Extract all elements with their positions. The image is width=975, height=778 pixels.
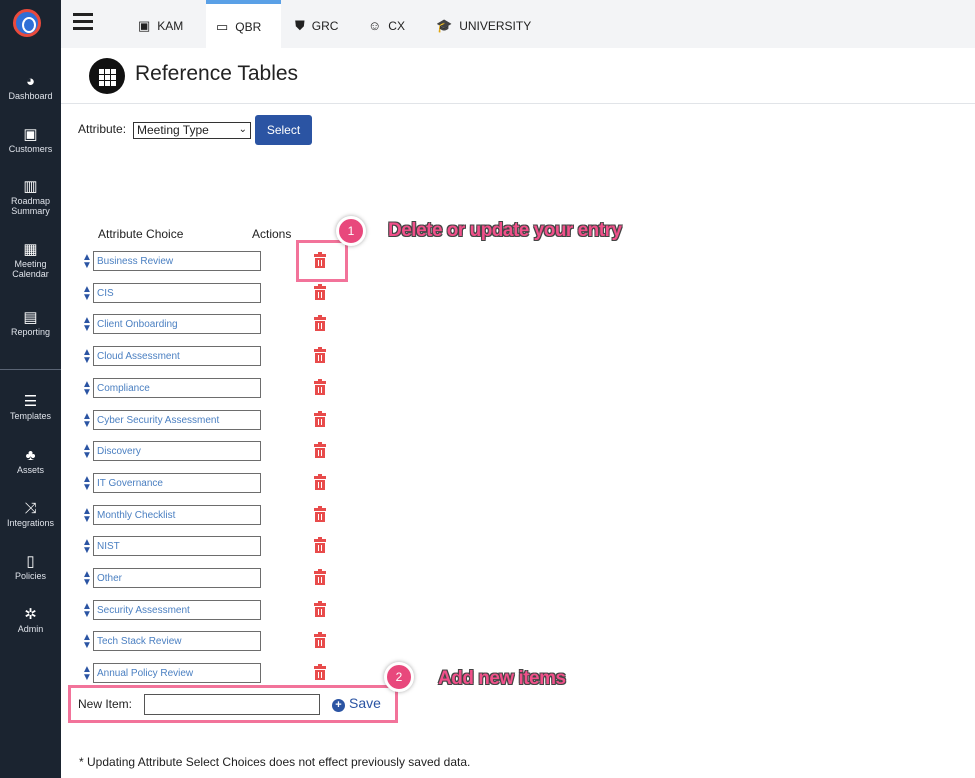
trash-icon[interactable] [314, 411, 326, 427]
trash-icon[interactable] [314, 474, 326, 490]
annotation-highlight-new-item [68, 685, 398, 723]
sort-handle-icon[interactable]: ▲ ▼ [82, 348, 92, 366]
smile-icon: ☺ [368, 18, 382, 33]
sidebar-item-customers[interactable]: ▣ Customers [0, 126, 61, 154]
map-icon: ▥ [23, 178, 38, 195]
sidebar-item-dashboard[interactable]: ◕ Dashboard [0, 73, 61, 101]
report-icon: ▤ [23, 309, 38, 326]
graduation-cap-icon: 🎓 [436, 18, 453, 33]
file-icon: ▯ [26, 553, 35, 570]
tab-cx[interactable]: ☺ CX [368, 0, 405, 48]
server-icon: ☰ [23, 393, 38, 410]
tab-kam[interactable]: ▣ KAM [138, 0, 183, 48]
attribute-choice-input[interactable]: Compliance [93, 378, 261, 398]
attribute-choice-input[interactable]: Discovery [93, 441, 261, 461]
trash-icon[interactable] [314, 601, 326, 617]
hamburger-menu-icon[interactable] [73, 13, 93, 30]
sidebar-item-assets[interactable]: ♣ Assets [0, 447, 61, 475]
trash-icon[interactable] [314, 347, 326, 363]
annotation-text-1: Delete or update your entry [388, 220, 622, 241]
sidebar-item-policies[interactable]: ▯ Policies [0, 553, 61, 581]
top-nav-bar: ▣ KAM ▭ QBR ⛊ GRC ☺ CX 🎓 UNIVERSITY [61, 0, 975, 48]
trash-icon[interactable] [314, 664, 326, 680]
sidebar: ◕ Dashboard ▣ Customers ▥ Roadmap Summar… [0, 0, 61, 778]
app-logo[interactable] [13, 9, 41, 37]
cubes-icon: ♣ [25, 447, 36, 464]
trash-icon[interactable] [314, 506, 326, 522]
calendar-icon: ▦ [23, 241, 38, 258]
sort-handle-icon[interactable]: ▲ ▼ [82, 285, 92, 303]
attribute-choice-input[interactable]: Tech Stack Review [93, 631, 261, 651]
trash-icon[interactable] [314, 284, 326, 300]
shield-icon: ⛊ [295, 18, 305, 33]
sidebar-item-admin[interactable]: ✲ Admin [0, 606, 61, 634]
footnote: * Updating Attribute Select Choices does… [79, 755, 471, 769]
annotation-highlight-delete [296, 240, 348, 282]
sidebar-item-reporting[interactable]: ▤ Reporting [0, 309, 61, 337]
id-card-icon: ▣ [138, 18, 151, 33]
trash-icon[interactable] [314, 632, 326, 648]
trash-icon[interactable] [314, 442, 326, 458]
sort-handle-icon[interactable]: ▲ ▼ [82, 665, 92, 683]
trash-icon[interactable] [314, 537, 326, 553]
attribute-choice-input[interactable]: Cloud Assessment [93, 346, 261, 366]
attribute-choice-input[interactable]: Monthly Checklist [93, 505, 261, 525]
column-header-actions: Actions [252, 227, 292, 241]
grid-icon [89, 58, 125, 94]
attribute-choice-input[interactable]: CIS [93, 283, 261, 303]
attribute-select[interactable]: Meeting Type ⌄ [133, 122, 251, 139]
sort-handle-icon[interactable]: ▲ ▼ [82, 443, 92, 461]
sort-handle-icon[interactable]: ▲ ▼ [82, 475, 92, 493]
attribute-choice-input[interactable]: Other [93, 568, 261, 588]
attribute-choice-input[interactable]: NIST [93, 536, 261, 556]
tab-university[interactable]: 🎓 UNIVERSITY [436, 0, 531, 48]
id-card-icon: ▣ [23, 126, 38, 143]
attribute-choice-input[interactable]: Security Assessment [93, 600, 261, 620]
sidebar-item-meeting-calendar[interactable]: ▦ Meeting Calendar [0, 241, 61, 279]
sort-handle-icon[interactable]: ▲ ▼ [82, 316, 92, 334]
trash-icon[interactable] [314, 315, 326, 331]
chevron-down-icon: ⌄ [238, 124, 247, 135]
sort-handle-icon[interactable]: ▲ ▼ [82, 412, 92, 430]
palette-icon: ◕ [25, 73, 36, 90]
attribute-choice-input[interactable]: IT Governance [93, 473, 261, 493]
sidebar-divider [0, 369, 61, 370]
attribute-choice-input[interactable]: Client Onboarding [93, 314, 261, 334]
attribute-choice-input[interactable]: Cyber Security Assessment [93, 410, 261, 430]
sort-handle-icon[interactable]: ▲ ▼ [82, 507, 92, 525]
attribute-choice-input[interactable]: Business Review [93, 251, 261, 271]
sort-handle-icon[interactable]: ▲ ▼ [82, 380, 92, 398]
sort-handle-icon[interactable]: ▲ ▼ [82, 633, 92, 651]
attribute-label: Attribute: [78, 122, 127, 136]
sidebar-item-templates[interactable]: ☰ Templates [0, 393, 61, 421]
annotation-badge-1: 1 [336, 216, 366, 246]
sort-handle-icon[interactable]: ▲ ▼ [82, 570, 92, 588]
column-header-attribute-choice: Attribute Choice [98, 227, 184, 241]
random-icon: ⤨ [24, 500, 37, 517]
sort-handle-icon[interactable]: ▲ ▼ [82, 538, 92, 556]
laptop-icon: ▭ [216, 19, 229, 34]
annotation-badge-2: 2 [384, 662, 414, 692]
sidebar-item-integrations[interactable]: ⤨ Integrations [0, 500, 61, 528]
sort-handle-icon[interactable]: ▲ ▼ [82, 253, 92, 271]
tab-qbr[interactable]: ▭ QBR [206, 0, 281, 48]
tab-grc[interactable]: ⛊ GRC [295, 0, 338, 48]
select-button[interactable]: Select [255, 115, 312, 145]
sidebar-item-roadmap-summary[interactable]: ▥ Roadmap Summary [0, 178, 61, 216]
trash-icon[interactable] [314, 379, 326, 395]
sort-handle-icon[interactable]: ▲ ▼ [82, 602, 92, 620]
page-header: Reference Tables [61, 48, 975, 104]
gears-icon: ✲ [24, 606, 37, 623]
attribute-choice-input[interactable]: Annual Policy Review [93, 663, 261, 683]
annotation-text-2: Add new items [438, 668, 566, 689]
page-title: Reference Tables [135, 62, 299, 85]
trash-icon[interactable] [314, 569, 326, 585]
